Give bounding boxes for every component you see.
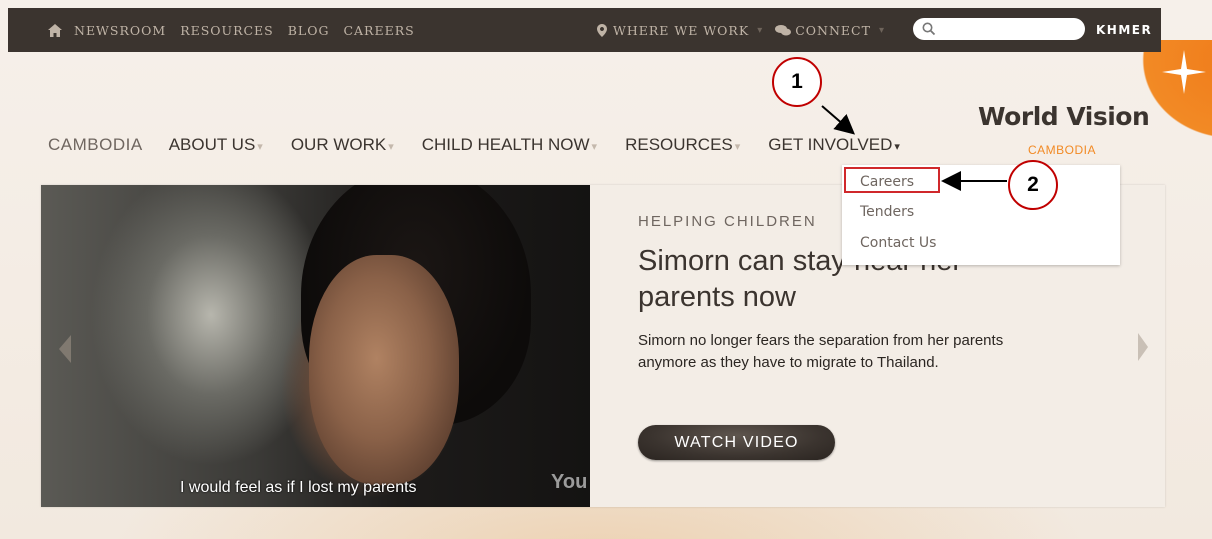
annotation-step-1: 1 xyxy=(772,57,822,107)
annotation-step-2: 2 xyxy=(1008,160,1058,210)
arrow-to-get-involved xyxy=(821,105,856,135)
annotation-arrows xyxy=(821,105,1007,191)
